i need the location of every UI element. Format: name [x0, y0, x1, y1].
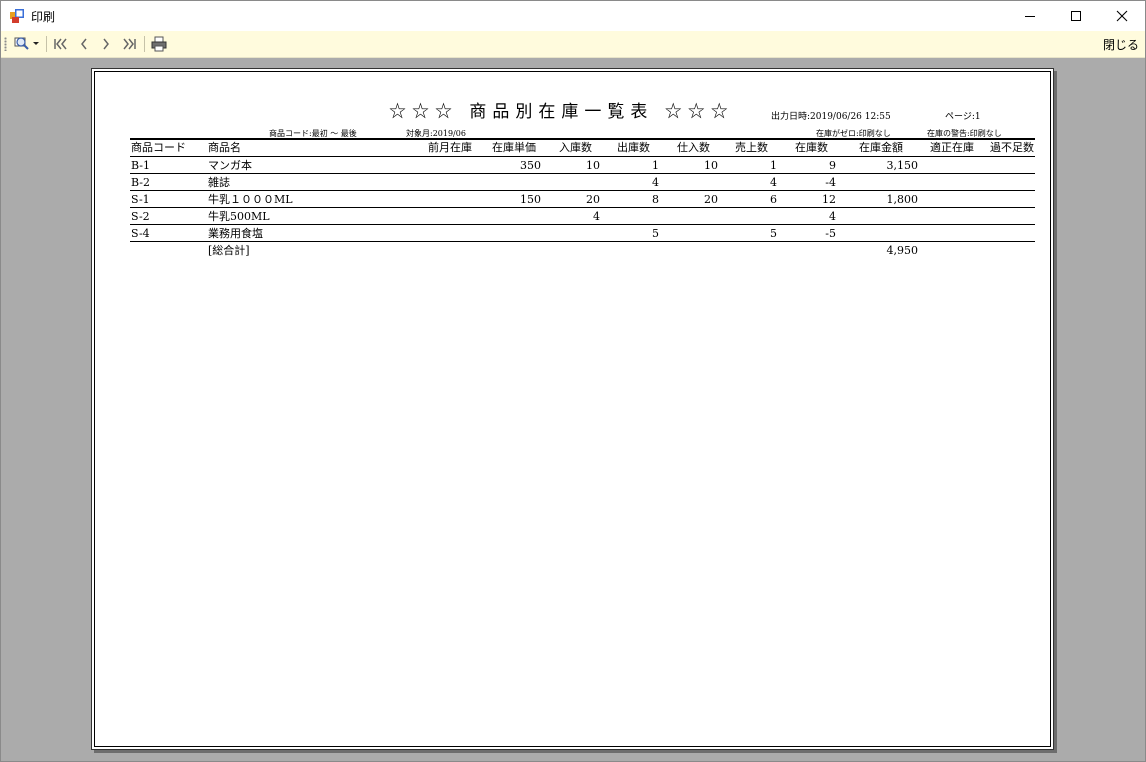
preview-area[interactable]: ☆☆☆ 商品別在庫一覧表 ☆☆☆ 出力日時:2019/06/26 12:55 ペ… [1, 58, 1145, 761]
total-label: [総合計] [208, 244, 250, 257]
row-name: 業務用食塩 [208, 227, 263, 240]
last-page-icon [123, 38, 136, 50]
last-page-button[interactable] [119, 34, 139, 54]
prev-page-icon [81, 38, 87, 50]
next-page-icon [103, 38, 109, 50]
row-name: 牛乳500ML [208, 210, 270, 223]
row-stock: -5 [825, 227, 836, 240]
header-bottom-rule [130, 156, 1035, 157]
preview-toolbar: 閉じる [1, 31, 1145, 58]
row-name: 牛乳１０００ML [208, 193, 293, 206]
row-name: 雑誌 [208, 176, 230, 189]
row-purchase: 10 [704, 159, 718, 172]
row-sales: 1 [770, 159, 777, 172]
row-in: 4 [593, 210, 600, 223]
maximize-button[interactable] [1053, 1, 1099, 31]
row-out: 4 [652, 176, 659, 189]
row-rule [130, 190, 1035, 191]
output-datetime: 出力日時:2019/06/26 12:55 [771, 112, 891, 122]
close-window-button[interactable] [1099, 1, 1145, 31]
row-code: B-2 [131, 176, 151, 189]
print-button[interactable] [149, 34, 169, 54]
row-amount: 1,800 [886, 193, 919, 206]
row-code: S-2 [131, 210, 150, 223]
row-sales: 4 [770, 176, 777, 189]
close-preview-button[interactable]: 閉じる [1103, 36, 1139, 53]
row-sales: 6 [770, 193, 777, 206]
row-stock: 12 [822, 193, 836, 206]
zoom-button[interactable] [12, 34, 42, 54]
header-purchase: 仕入数 [677, 141, 710, 154]
row-stock: 4 [829, 210, 836, 223]
header-code: 商品コード [131, 141, 186, 154]
row-rule [130, 224, 1035, 225]
row-stock: -4 [825, 176, 836, 189]
next-page-button[interactable] [97, 34, 115, 54]
page-number: ページ:1 [945, 112, 981, 122]
row-code: S-4 [131, 227, 150, 240]
prev-page-button[interactable] [75, 34, 93, 54]
app-icon [10, 9, 24, 23]
row-name: マンガ本 [208, 159, 252, 172]
close-icon [1116, 10, 1128, 22]
window-title: 印刷 [31, 10, 56, 24]
row-in: 10 [586, 159, 600, 172]
header-stock: 在庫数 [795, 141, 828, 154]
toolbar-separator [46, 36, 47, 52]
header-in: 入庫数 [559, 141, 592, 154]
header-sales: 売上数 [735, 141, 768, 154]
minimize-button[interactable] [1007, 1, 1053, 31]
maximize-icon [1071, 11, 1081, 21]
total-amount: 4,950 [886, 244, 919, 257]
title-bar: 印刷 [1, 1, 1145, 31]
row-amount: 3,150 [886, 159, 919, 172]
first-page-button[interactable] [51, 34, 71, 54]
row-sales: 5 [770, 227, 777, 240]
toolbar-separator [144, 36, 145, 52]
header-top-rule [130, 138, 1035, 140]
row-code: B-1 [131, 159, 151, 172]
row-rule [130, 207, 1035, 208]
header-out: 出庫数 [617, 141, 650, 154]
print-preview-window: 印刷 閉じる ☆☆☆ 商品別在庫一覧表 ☆☆☆ 出力日時:2019/06/26 … [0, 0, 1146, 762]
zoom-icon [14, 37, 39, 50]
header-prev-stock: 前月在庫 [428, 141, 472, 154]
report-page: ☆☆☆ 商品別在庫一覧表 ☆☆☆ 出力日時:2019/06/26 12:55 ペ… [91, 68, 1054, 750]
row-in: 20 [586, 193, 600, 206]
print-icon [151, 36, 167, 52]
header-diff: 過不足数 [990, 141, 1034, 154]
row-unit-price: 350 [520, 159, 541, 172]
report-title: ☆☆☆ 商品別在庫一覧表 ☆☆☆ [389, 102, 734, 122]
header-name: 商品名 [208, 141, 241, 154]
minimize-icon [1025, 16, 1035, 17]
row-out: 1 [652, 159, 659, 172]
row-rule [130, 173, 1035, 174]
header-proper-stock: 適正在庫 [930, 141, 974, 154]
row-purchase: 20 [704, 193, 718, 206]
row-out: 5 [652, 227, 659, 240]
header-amount: 在庫金額 [859, 141, 903, 154]
row-code: S-1 [131, 193, 150, 206]
row-out: 8 [652, 193, 659, 206]
row-unit-price: 150 [520, 193, 541, 206]
row-stock: 9 [829, 159, 836, 172]
header-unit-price: 在庫単価 [492, 141, 536, 154]
toolbar-grip[interactable] [4, 37, 7, 51]
row-rule [130, 241, 1035, 242]
first-page-icon [54, 38, 67, 50]
